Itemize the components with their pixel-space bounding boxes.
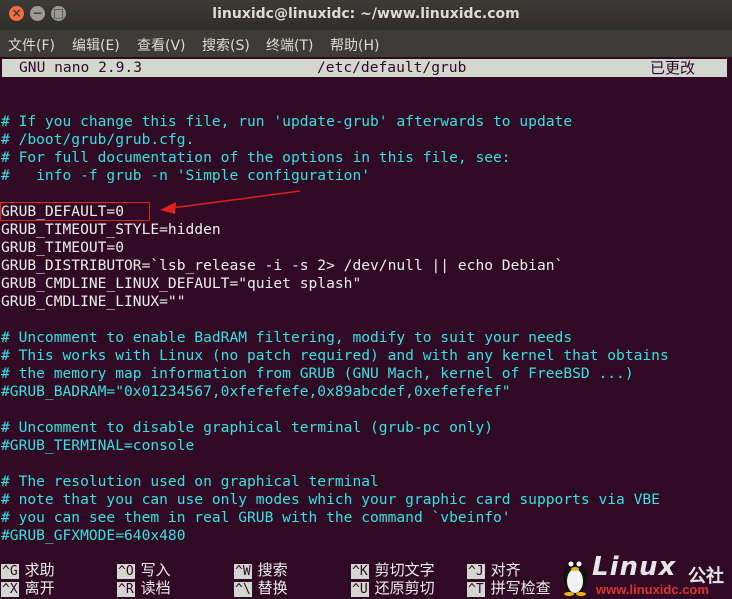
file-line: #GRUB_GFXMODE=640x480 xyxy=(1,527,186,544)
file-line: # Uncomment to disable graphical termina… xyxy=(1,419,494,436)
file-line: GRUB_DISTRIBUTOR=`lsb_release -i -s 2> /… xyxy=(1,257,564,274)
shortcut-label: 对齐 xyxy=(490,561,521,579)
scrollbar[interactable] xyxy=(728,57,732,599)
shortcut-row1-4[interactable]: ^J 对齐 xyxy=(467,561,521,579)
shortcut-key: ^G xyxy=(1,564,19,579)
menu-terminal[interactable]: 终端(T) xyxy=(266,35,313,55)
file-line: # The resolution used on graphical termi… xyxy=(1,473,379,490)
file-line: # Uncomment to enable BadRAM filtering, … xyxy=(1,329,573,346)
shortcut-row2-1[interactable]: ^R 读档 xyxy=(117,579,171,597)
file-line: # you can see them in real GRUB with the… xyxy=(1,509,511,526)
menubar: 文件(F) 编辑(E) 查看(V) 搜索(S) 终端(T) 帮助(H) xyxy=(0,30,732,57)
shortcut-key: ^K xyxy=(351,564,369,579)
shortcut-key: ^J xyxy=(467,564,485,579)
menu-file[interactable]: 文件(F) xyxy=(8,35,55,55)
shortcut-label: 读档 xyxy=(140,579,171,597)
shortcut-key: ^T xyxy=(467,582,485,597)
shortcut-row2-2[interactable]: ^\ 替换 xyxy=(234,579,288,597)
shortcut-key: ^O xyxy=(117,564,135,579)
file-line: # note that you can use only modes which… xyxy=(1,491,660,508)
shortcut-row2-4[interactable]: ^T 拼写检查 xyxy=(467,579,551,597)
shortcut-key: ^\ xyxy=(234,582,252,597)
shortcut-key: ^W xyxy=(234,564,252,579)
window-titlebar[interactable]: × − □ linuxidc@linuxidc: ~/www.linuxidc.… xyxy=(0,0,732,30)
shortcut-label: 离开 xyxy=(24,579,55,597)
shortcut-label: 求助 xyxy=(24,561,55,579)
file-line: GRUB_CMDLINE_LINUX_DEFAULT="quiet splash… xyxy=(1,275,362,292)
watermark-word: Linux xyxy=(592,552,677,582)
shortcut-key: ^X xyxy=(1,582,19,597)
file-line: GRUB_CMDLINE_LINUX="" xyxy=(1,293,186,310)
file-line: # the memory map information from GRUB (… xyxy=(1,365,634,382)
shortcut-label: 搜索 xyxy=(257,561,288,579)
menu-edit[interactable]: 编辑(E) xyxy=(72,35,120,55)
shortcut-key: ^R xyxy=(117,582,135,597)
shortcut-label: 剪切文字 xyxy=(374,561,435,579)
watermark-logo: Linux 公社 www.linuxidc.com xyxy=(560,548,732,599)
file-line: #GRUB_TERMINAL=console xyxy=(1,437,195,454)
terminal-area[interactable]: GNU nano 2.9.3 /etc/default/grub 已更改 # I… xyxy=(0,57,728,599)
shortcut-row2-0[interactable]: ^X 离开 xyxy=(1,579,55,597)
menu-search[interactable]: 搜索(S) xyxy=(202,35,250,55)
menu-help[interactable]: 帮助(H) xyxy=(330,35,379,55)
shortcut-label: 写入 xyxy=(140,561,171,579)
annotation-arrow xyxy=(160,190,301,214)
window-title: linuxidc@linuxidc: ~/www.linuxidc.com xyxy=(212,6,520,22)
shortcut-label: 还原剪切 xyxy=(374,579,435,597)
watermark-url: www.linuxidc.com xyxy=(596,582,709,597)
shortcut-row1-0[interactable]: ^G 求助 xyxy=(1,561,55,579)
shortcut-key: ^U xyxy=(351,582,369,597)
shortcut-row1-3[interactable]: ^K 剪切文字 xyxy=(351,561,435,579)
shortcut-row1-1[interactable]: ^O 写入 xyxy=(117,561,171,579)
file-line: # This works with Linux (no patch requir… xyxy=(1,347,669,364)
shortcut-label: 拼写检查 xyxy=(490,579,551,597)
shortcut-row1-2[interactable]: ^W 搜索 xyxy=(234,561,288,579)
shortcut-label: 替换 xyxy=(257,579,288,597)
menu-view[interactable]: 查看(V) xyxy=(137,35,186,55)
shortcut-row2-3[interactable]: ^U 还原剪切 xyxy=(351,579,435,597)
tux-icon xyxy=(563,561,587,596)
file-line: #GRUB_BADRAM="0x01234567,0xfefefefe,0x89… xyxy=(1,383,511,400)
